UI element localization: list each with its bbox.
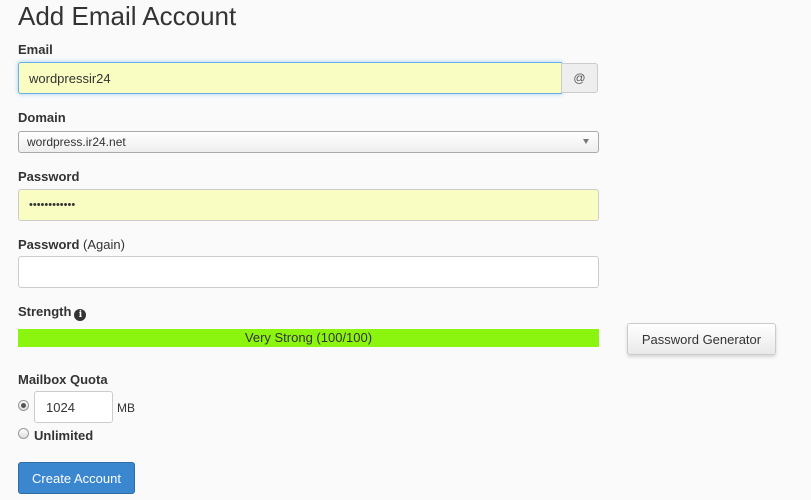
quota-unlimited-label[interactable]: Unlimited <box>34 428 93 443</box>
strength-label: Strength i <box>18 304 87 321</box>
email-label: Email <box>18 42 53 57</box>
strength-meter-text: Very Strong (100/100) <box>244 330 373 345</box>
add-email-account-page: Add Email Account Email @ Domain wordpre… <box>0 0 811 500</box>
password-again-label-suffix: (Again) <box>83 237 125 252</box>
password-again-input[interactable] <box>18 256 599 288</box>
quota-limited-radio[interactable] <box>18 400 29 411</box>
strength-label-text: Strength <box>18 304 72 319</box>
create-account-button[interactable]: Create Account <box>18 462 135 494</box>
mailbox-quota-label: Mailbox Quota <box>18 372 108 387</box>
domain-select[interactable]: wordpress.ir24.net <box>18 131 599 153</box>
password-generator-button[interactable]: Password Generator <box>627 323 776 355</box>
quota-unit: MB <box>117 401 135 415</box>
domain-select-value: wordpress.ir24.net <box>27 135 126 149</box>
domain-label: Domain <box>18 110 66 125</box>
page-title: Add Email Account <box>18 1 237 31</box>
password-again-label-main: Password <box>18 237 80 252</box>
info-circle-icon[interactable]: i <box>74 309 87 321</box>
chevron-down-icon <box>583 139 589 144</box>
email-at-addon: @ <box>561 63 598 93</box>
password-again-label: Password (Again) <box>18 237 125 252</box>
quota-input[interactable] <box>34 391 113 423</box>
email-input[interactable] <box>18 62 562 94</box>
quota-unlimited-radio[interactable] <box>18 428 29 439</box>
strength-meter: Very Strong (100/100) <box>18 329 599 347</box>
password-label: Password <box>18 169 80 184</box>
password-input[interactable] <box>18 189 599 221</box>
